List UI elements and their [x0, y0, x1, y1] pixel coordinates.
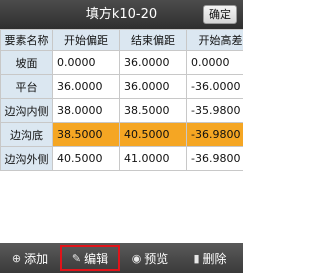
cell-start-offset: 38.5000 [52, 122, 120, 147]
cell-start-offset: 40.5000 [52, 146, 120, 171]
column-header-start-offset: 开始偏距 [52, 29, 120, 51]
column-header-end-offset: 结束偏距 [119, 29, 187, 51]
eye-icon: ◉ [131, 251, 142, 265]
cell-start-offset: 0.0000 [52, 50, 120, 75]
cell-end-offset: 40.5000 [119, 122, 187, 147]
cell-start-offset: 38.0000 [52, 98, 120, 123]
title-bar: 填方k10-20 确定 [0, 0, 243, 29]
add-button-label: 添加 [24, 251, 49, 266]
elements-table: 要素名称 开始偏距 结束偏距 开始高差 坡面 0.0000 36.0000 0.… [0, 29, 243, 171]
cell-start-height: -36.9800 [186, 146, 243, 171]
cell-start-height: -36.9800 [186, 122, 243, 147]
cell-end-offset: 36.0000 [119, 74, 187, 99]
column-header-start-height: 开始高差 [186, 29, 243, 51]
table-row[interactable]: 平台 36.0000 36.0000 -36.0000 [0, 74, 243, 99]
edit-button[interactable]: ✎ 编辑 [60, 245, 120, 271]
edit-button-label: 编辑 [84, 251, 109, 266]
delete-button[interactable]: ▮ 删除 [180, 245, 240, 271]
add-button[interactable]: ⊕ 添加 [0, 245, 60, 271]
table-row-selected[interactable]: 边沟底 38.5000 40.5000 -36.9800 [0, 122, 243, 147]
delete-button-label: 删除 [202, 251, 227, 266]
table-container[interactable]: 要素名称 开始偏距 结束偏距 开始高差 坡面 0.0000 36.0000 0.… [0, 29, 243, 189]
pencil-icon: ✎ [71, 251, 82, 265]
table-row[interactable]: 边沟外侧 40.5000 41.0000 -36.9800 [0, 146, 243, 171]
preview-button-label: 预览 [144, 251, 169, 266]
bottom-toolbar: ⊕ 添加 ✎ 编辑 ◉ 预览 ▮ 删除 [0, 243, 243, 273]
cell-end-offset: 36.0000 [119, 50, 187, 75]
plus-circle-icon: ⊕ [11, 251, 22, 265]
cell-start-offset: 36.0000 [52, 74, 120, 99]
cell-name: 边沟底 [0, 122, 53, 147]
cell-start-height: -36.0000 [186, 74, 243, 99]
table-row[interactable]: 坡面 0.0000 36.0000 0.0000 [0, 50, 243, 75]
cell-name: 边沟外侧 [0, 146, 53, 171]
cell-name: 边沟内侧 [0, 98, 53, 123]
column-header-name: 要素名称 [0, 29, 53, 51]
cell-name: 坡面 [0, 50, 53, 75]
cell-end-offset: 41.0000 [119, 146, 187, 171]
confirm-button[interactable]: 确定 [203, 5, 237, 24]
table-row[interactable]: 边沟内侧 38.0000 38.5000 -35.9800 [0, 98, 243, 123]
cell-start-height: -35.9800 [186, 98, 243, 123]
cell-name: 平台 [0, 74, 53, 99]
table-header-row: 要素名称 开始偏距 结束偏距 开始高差 [0, 29, 243, 51]
preview-button[interactable]: ◉ 预览 [120, 245, 180, 271]
trash-icon: ▮ [193, 251, 200, 265]
cell-end-offset: 38.5000 [119, 98, 187, 123]
cell-start-height: 0.0000 [186, 50, 243, 75]
